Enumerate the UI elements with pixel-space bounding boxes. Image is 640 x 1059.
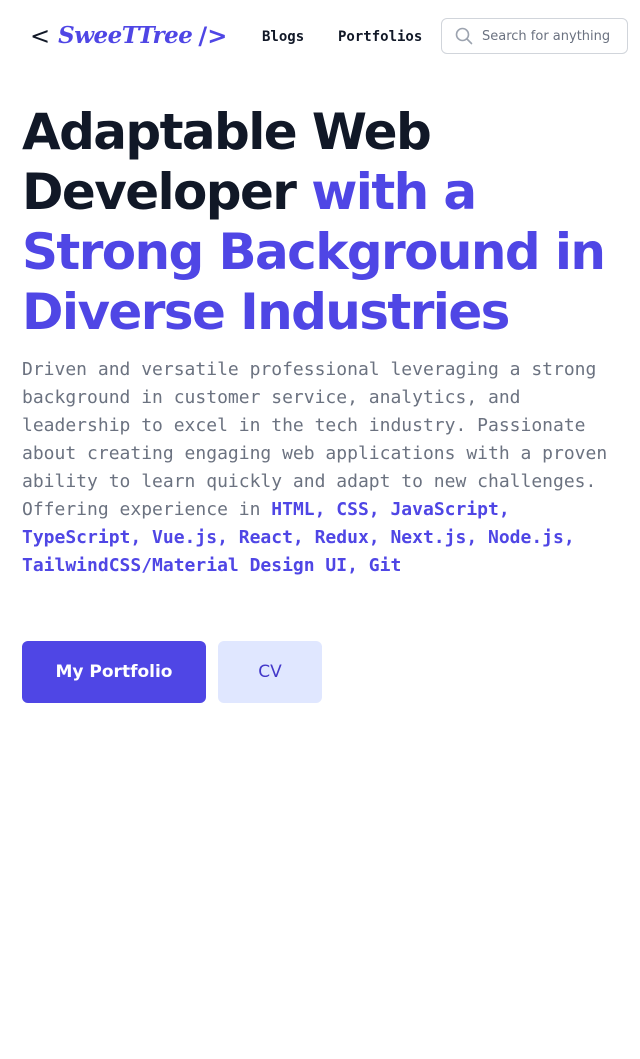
nav-link-blogs[interactable]: Blogs — [262, 26, 304, 48]
site-header: < SweeTTree /> Blogs Portfolios — [0, 0, 640, 74]
hero-description-text: Driven and versatile professional levera… — [22, 359, 608, 520]
hero-description: Driven and versatile professional levera… — [22, 356, 622, 580]
nav-link-portfolios[interactable]: Portfolios — [338, 26, 422, 48]
my-portfolio-button[interactable]: My Portfolio — [22, 641, 206, 703]
logo-open-bracket: < — [30, 22, 51, 50]
logo-name: SweeTTree — [58, 22, 193, 49]
search-input[interactable] — [482, 28, 614, 44]
site-logo[interactable]: < SweeTTree /> — [30, 18, 229, 54]
search-icon — [454, 26, 474, 46]
cv-button[interactable]: CV — [218, 641, 322, 703]
search-box[interactable] — [441, 18, 628, 54]
hero-title: Adaptable Web Developer with a Strong Ba… — [22, 102, 632, 342]
logo-close-bracket: /> — [198, 22, 228, 50]
